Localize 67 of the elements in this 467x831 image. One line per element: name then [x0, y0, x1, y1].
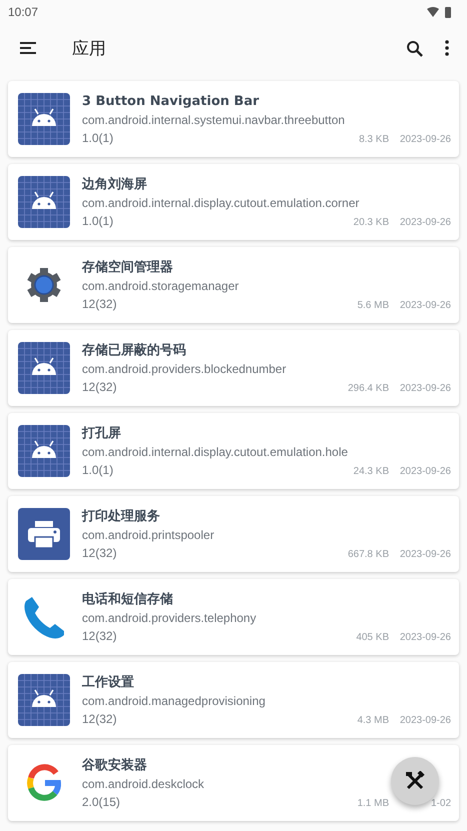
app-size: 8.3 KB [358, 134, 389, 144]
android-icon [18, 342, 70, 394]
app-name: 3 Button Navigation Bar [82, 92, 260, 110]
install-date: 2023-09-26 [398, 382, 451, 394]
app-name: 存储空间管理器 [82, 258, 174, 276]
app-card[interactable]: 边角刘海屏 com.android.internal.display.cutout.emulation.corner 1.0(1) 20.3 KB 2023-09-26 [8, 164, 459, 240]
app-name: 边角刘海屏 [82, 176, 148, 194]
app-version: 12(32) [82, 296, 117, 312]
app-size: 405 KB [356, 632, 389, 642]
app-size: 667.8 KB [348, 548, 389, 560]
app-size: 4.3 MB [357, 714, 389, 726]
app-name: 电话和短信存储 [82, 590, 174, 608]
status-icons [427, 6, 453, 18]
install-date: 1-02 [430, 798, 451, 808]
app-version: 12(32) [82, 628, 117, 644]
package-name: com.android.providers.telephony [82, 610, 256, 626]
package-name: com.android.providers.blockednumber [82, 360, 286, 378]
package-name: com.android.printspooler [82, 526, 214, 544]
app-version: 1.0(1) [82, 212, 114, 230]
app-card[interactable]: 电话和短信存储 com.android.providers.telephony 12(32) 405 KB 2023-09-26 [8, 579, 459, 655]
app-card[interactable]: 工作设置 com.android.managedprovisioning 12(32) 4.3 MB 2023-09-26 [8, 662, 459, 738]
app-card[interactable]: 存储空间管理器 com.android.storagemanager 12(32) 5.6 MB 2023-09-26 [8, 247, 459, 323]
app-size: 5.6 MB [357, 300, 389, 310]
install-date: 2023-09-26 [398, 134, 451, 144]
app-card[interactable]: 3 Button Navigation Bar com.android.internal.systemui.navbar.threebutton 1.0(1) 8.3 KB 2023-09-26 [8, 81, 459, 157]
app-version: 2.0(15) [82, 794, 120, 810]
package-name: com.android.deskclock [82, 776, 204, 792]
app-version: 12(32) [82, 378, 117, 396]
more-icon [445, 40, 449, 56]
install-date: 2023-09-26 [398, 548, 451, 560]
app-name: 工作设置 [82, 674, 135, 692]
app-size: 24.3 KB [353, 466, 389, 476]
package-name: com.android.internal.systemui.navbar.threebutton [82, 112, 345, 128]
tools-icon [405, 771, 425, 791]
app-size: 1.1 MB [357, 798, 389, 808]
app-version: 1.0(1) [82, 130, 114, 146]
printer-icon [18, 508, 70, 560]
app-size: 20.3 KB [353, 216, 389, 228]
app-version: 1.0(1) [82, 462, 114, 478]
app-name: 谷歌安装器 [82, 756, 148, 774]
app-version: 12(32) [82, 710, 117, 728]
app-size: 296.4 KB [348, 382, 389, 394]
package-name: com.android.internal.display.cutout.emulation.corner [82, 194, 360, 212]
package-name: com.android.storagemanager [82, 278, 239, 294]
android-icon [18, 674, 70, 726]
app-name: 打孔屏 [82, 424, 122, 442]
package-name: com.android.managedprovisioning [82, 692, 266, 710]
toolbar-title: 应用 [72, 38, 107, 60]
install-date: 2023-09-26 [398, 300, 451, 310]
install-date: 2023-09-26 [398, 216, 451, 228]
android-icon [18, 176, 70, 228]
app-name: 打印处理服务 [82, 508, 161, 526]
app-card[interactable]: 打印处理服务 com.android.printspooler 12(32) 667.8 KB 2023-09-26 [8, 496, 459, 572]
install-date: 2023-09-26 [398, 714, 451, 726]
app-card[interactable]: 打孔屏 com.android.internal.display.cutout.emulation.hole 1.0(1) 24.3 KB 2023-09-26 [8, 413, 459, 489]
search-icon [406, 40, 423, 56]
menu-icon [20, 42, 36, 54]
app-version: 12(32) [82, 544, 117, 562]
app-card[interactable]: 谷歌安装器 com.android.deskclock 2.0(15) 1.1 MB 1-02 [8, 745, 459, 821]
install-date: 2023-09-26 [398, 466, 451, 476]
android-icon [18, 93, 70, 145]
status-time: 10:07 [8, 5, 38, 19]
install-date: 2023-09-26 [398, 632, 451, 642]
app-name: 存储已屏蔽的号码 [82, 342, 187, 360]
android-icon [18, 425, 70, 477]
app-card[interactable]: 存储已屏蔽的号码 com.android.providers.blockednumber 12(32) 296.4 KB 2023-09-26 [8, 330, 459, 406]
package-name: com.android.internal.display.cutout.emulation.hole [82, 444, 348, 460]
